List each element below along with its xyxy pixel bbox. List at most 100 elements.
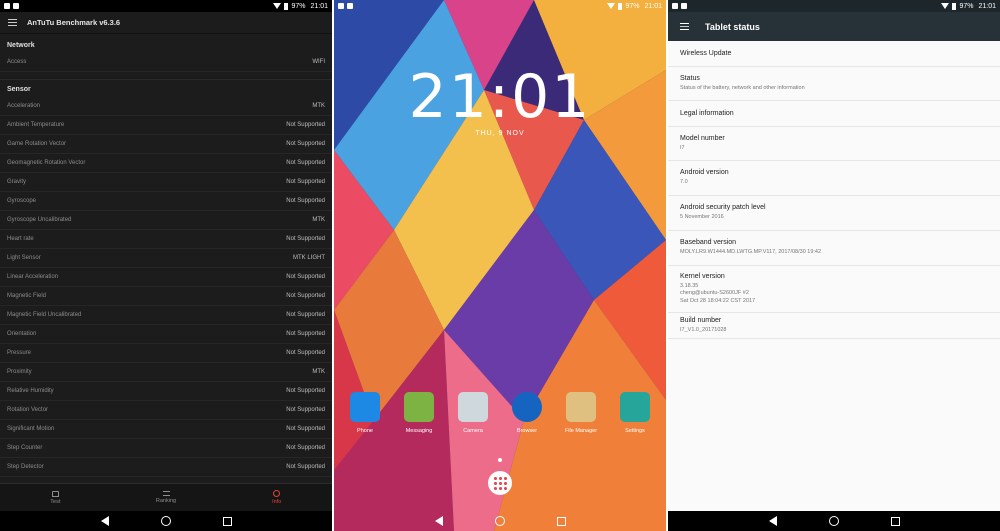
menu-icon[interactable] <box>8 19 17 26</box>
clock-widget[interactable]: 21:01 <box>334 62 666 132</box>
settings-item[interactable]: Legal information <box>668 101 1000 127</box>
status-time: 21:01 <box>644 2 662 10</box>
app-browser[interactable]: Browser <box>502 392 552 434</box>
home-icon[interactable] <box>828 516 839 526</box>
list-item[interactable]: Ambient Temperature Not Supported <box>0 116 332 135</box>
image-notification-icon <box>681 3 687 9</box>
page-indicator <box>498 458 502 462</box>
nav-bar <box>334 511 666 531</box>
row-label: Geomagnetic Rotation Vector <box>7 160 86 166</box>
back-icon[interactable] <box>100 516 109 526</box>
list-item[interactable]: Step Detector Not Supported <box>0 458 332 477</box>
battery-level: 97% <box>291 2 306 10</box>
settings-list: Wireless Update Status Status of the batte… <box>668 41 1000 339</box>
tab-info[interactable]: Info <box>221 484 332 511</box>
settings-item[interactable]: Kernel version 3.18.35 cheng@ubuntu-S2600… <box>668 266 1000 313</box>
settings-app-bar: 97% 21:01 Tablet status <box>668 0 1000 41</box>
menu-icon[interactable] <box>680 23 689 30</box>
row-value: Not Supported <box>286 293 325 299</box>
row-value: MTK LIGHT <box>292 255 325 261</box>
row-label: Magnetic Field Uncalibrated <box>7 312 82 318</box>
app-title: AnTuTu Benchmark v6.3.6 <box>27 18 121 27</box>
row-value: Not Supported <box>286 274 325 280</box>
section-divider <box>0 72 332 80</box>
list-item[interactable]: Rotation Vector Not Supported <box>0 401 332 420</box>
status-time: 21:01 <box>310 2 328 10</box>
settings-item-summary: I7 <box>680 144 685 151</box>
list-item[interactable]: Step Counter Not Supported <box>0 439 332 458</box>
app-settings[interactable]: Settings <box>610 392 660 434</box>
row-label: Relative Humidity <box>7 388 54 394</box>
list-item[interactable]: Magnetic Field Uncalibrated Not Supported <box>0 306 332 325</box>
recents-icon[interactable] <box>556 516 566 526</box>
list-item[interactable]: Access WIFI <box>0 53 332 72</box>
settings-item[interactable]: Status Status of the battery, network and… <box>668 67 1000 101</box>
settings-item[interactable]: Build number I7_V1.0_20171028 <box>668 313 1000 339</box>
list-item[interactable]: Gyroscope Not Supported <box>0 192 332 211</box>
app-label: Phone <box>357 428 373 434</box>
back-icon[interactable] <box>768 516 777 526</box>
row-value: Not Supported <box>286 350 325 356</box>
browser-icon <box>512 392 542 422</box>
settings-icon <box>620 392 650 422</box>
date-label: THU, 9 NOV <box>475 130 525 137</box>
back-icon[interactable] <box>434 516 443 526</box>
recents-icon[interactable] <box>222 516 232 526</box>
row-label: Step Counter <box>7 445 43 451</box>
row-value: Not Supported <box>286 407 325 413</box>
home-icon[interactable] <box>160 516 171 526</box>
settings-item[interactable]: Baseband version MOLY.LR9.W1444.MD.LWTG.M… <box>668 231 1000 266</box>
settings-item[interactable]: Android security patch level 5 November 2… <box>668 196 1000 231</box>
row-value: Not Supported <box>286 122 325 128</box>
list-item[interactable]: Magnetic Field Not Supported <box>0 287 332 306</box>
home-screen-panel: 97% 21:01 21:01 THU, 9 NOV Phone Messagin… <box>334 0 666 531</box>
row-value: Not Supported <box>286 198 325 204</box>
tab-test[interactable]: Test <box>0 484 111 511</box>
settings-item-title: Legal information <box>680 110 734 117</box>
settings-item[interactable]: Wireless Update <box>668 41 1000 67</box>
row-label: Pressure <box>7 350 32 356</box>
section-network: Network <box>7 42 35 49</box>
app-file-manager[interactable]: File Manager <box>556 392 606 434</box>
app-phone[interactable]: Phone <box>340 392 390 434</box>
row-value: Not Supported <box>286 388 325 394</box>
app-camera[interactable]: Camera <box>448 392 498 434</box>
info-list[interactable]: Network Access WIFI Sensor Acceleration MT… <box>0 36 332 477</box>
home-icon[interactable] <box>494 516 505 526</box>
battery-level: 97% <box>959 2 974 10</box>
list-item[interactable]: Gyroscope Uncalibrated MTK <box>0 211 332 230</box>
row-label: Ambient Temperature <box>7 122 65 128</box>
settings-item-title: Android security patch level <box>680 204 766 212</box>
nav-bar <box>668 511 1000 531</box>
nav-bar <box>0 511 332 531</box>
battery-icon <box>618 2 623 10</box>
list-item[interactable]: Heart rate Not Supported <box>0 230 332 249</box>
messaging-icon <box>404 392 434 422</box>
app-drawer-button[interactable] <box>488 471 512 495</box>
list-item[interactable]: Significant Motion Not Supported <box>0 420 332 439</box>
tab-ranking[interactable]: Ranking <box>111 484 222 511</box>
settings-item-title: Kernel version <box>680 272 725 280</box>
list-item[interactable]: Proximity MTK <box>0 363 332 382</box>
list-item[interactable]: Gravity Not Supported <box>0 173 332 192</box>
settings-item[interactable]: Model number I7 <box>668 127 1000 161</box>
list-item[interactable]: Light Sensor MTK LIGHT <box>0 249 332 268</box>
list-item[interactable]: Relative Humidity Not Supported <box>0 382 332 401</box>
app-messaging[interactable]: Messaging <box>394 392 444 434</box>
list-item[interactable]: Orientation Not Supported <box>0 325 332 344</box>
list-item[interactable]: Linear Acceleration Not Supported <box>0 268 332 287</box>
row-value: MTK <box>312 217 325 223</box>
antutu-panel: 97% 21:01 AnTuTu Benchmark v6.3.6 Networ… <box>0 0 332 531</box>
list-item[interactable]: Game Rotation Vector Not Supported <box>0 135 332 154</box>
list-icon <box>162 491 170 496</box>
recents-icon[interactable] <box>890 516 900 526</box>
row-value: Not Supported <box>286 426 325 432</box>
row-value: WIFI <box>312 59 325 65</box>
list-item[interactable]: Acceleration MTK <box>0 97 332 116</box>
row-label: Acceleration <box>7 103 41 109</box>
settings-panel: 97% 21:01 Tablet status Wireless Update S… <box>668 0 1000 531</box>
list-item[interactable]: Pressure Not Supported <box>0 344 332 363</box>
settings-item[interactable]: Android version 7.0 <box>668 161 1000 196</box>
list-item[interactable]: Geomagnetic Rotation Vector Not Supported <box>0 154 332 173</box>
row-value: Not Supported <box>286 464 325 470</box>
